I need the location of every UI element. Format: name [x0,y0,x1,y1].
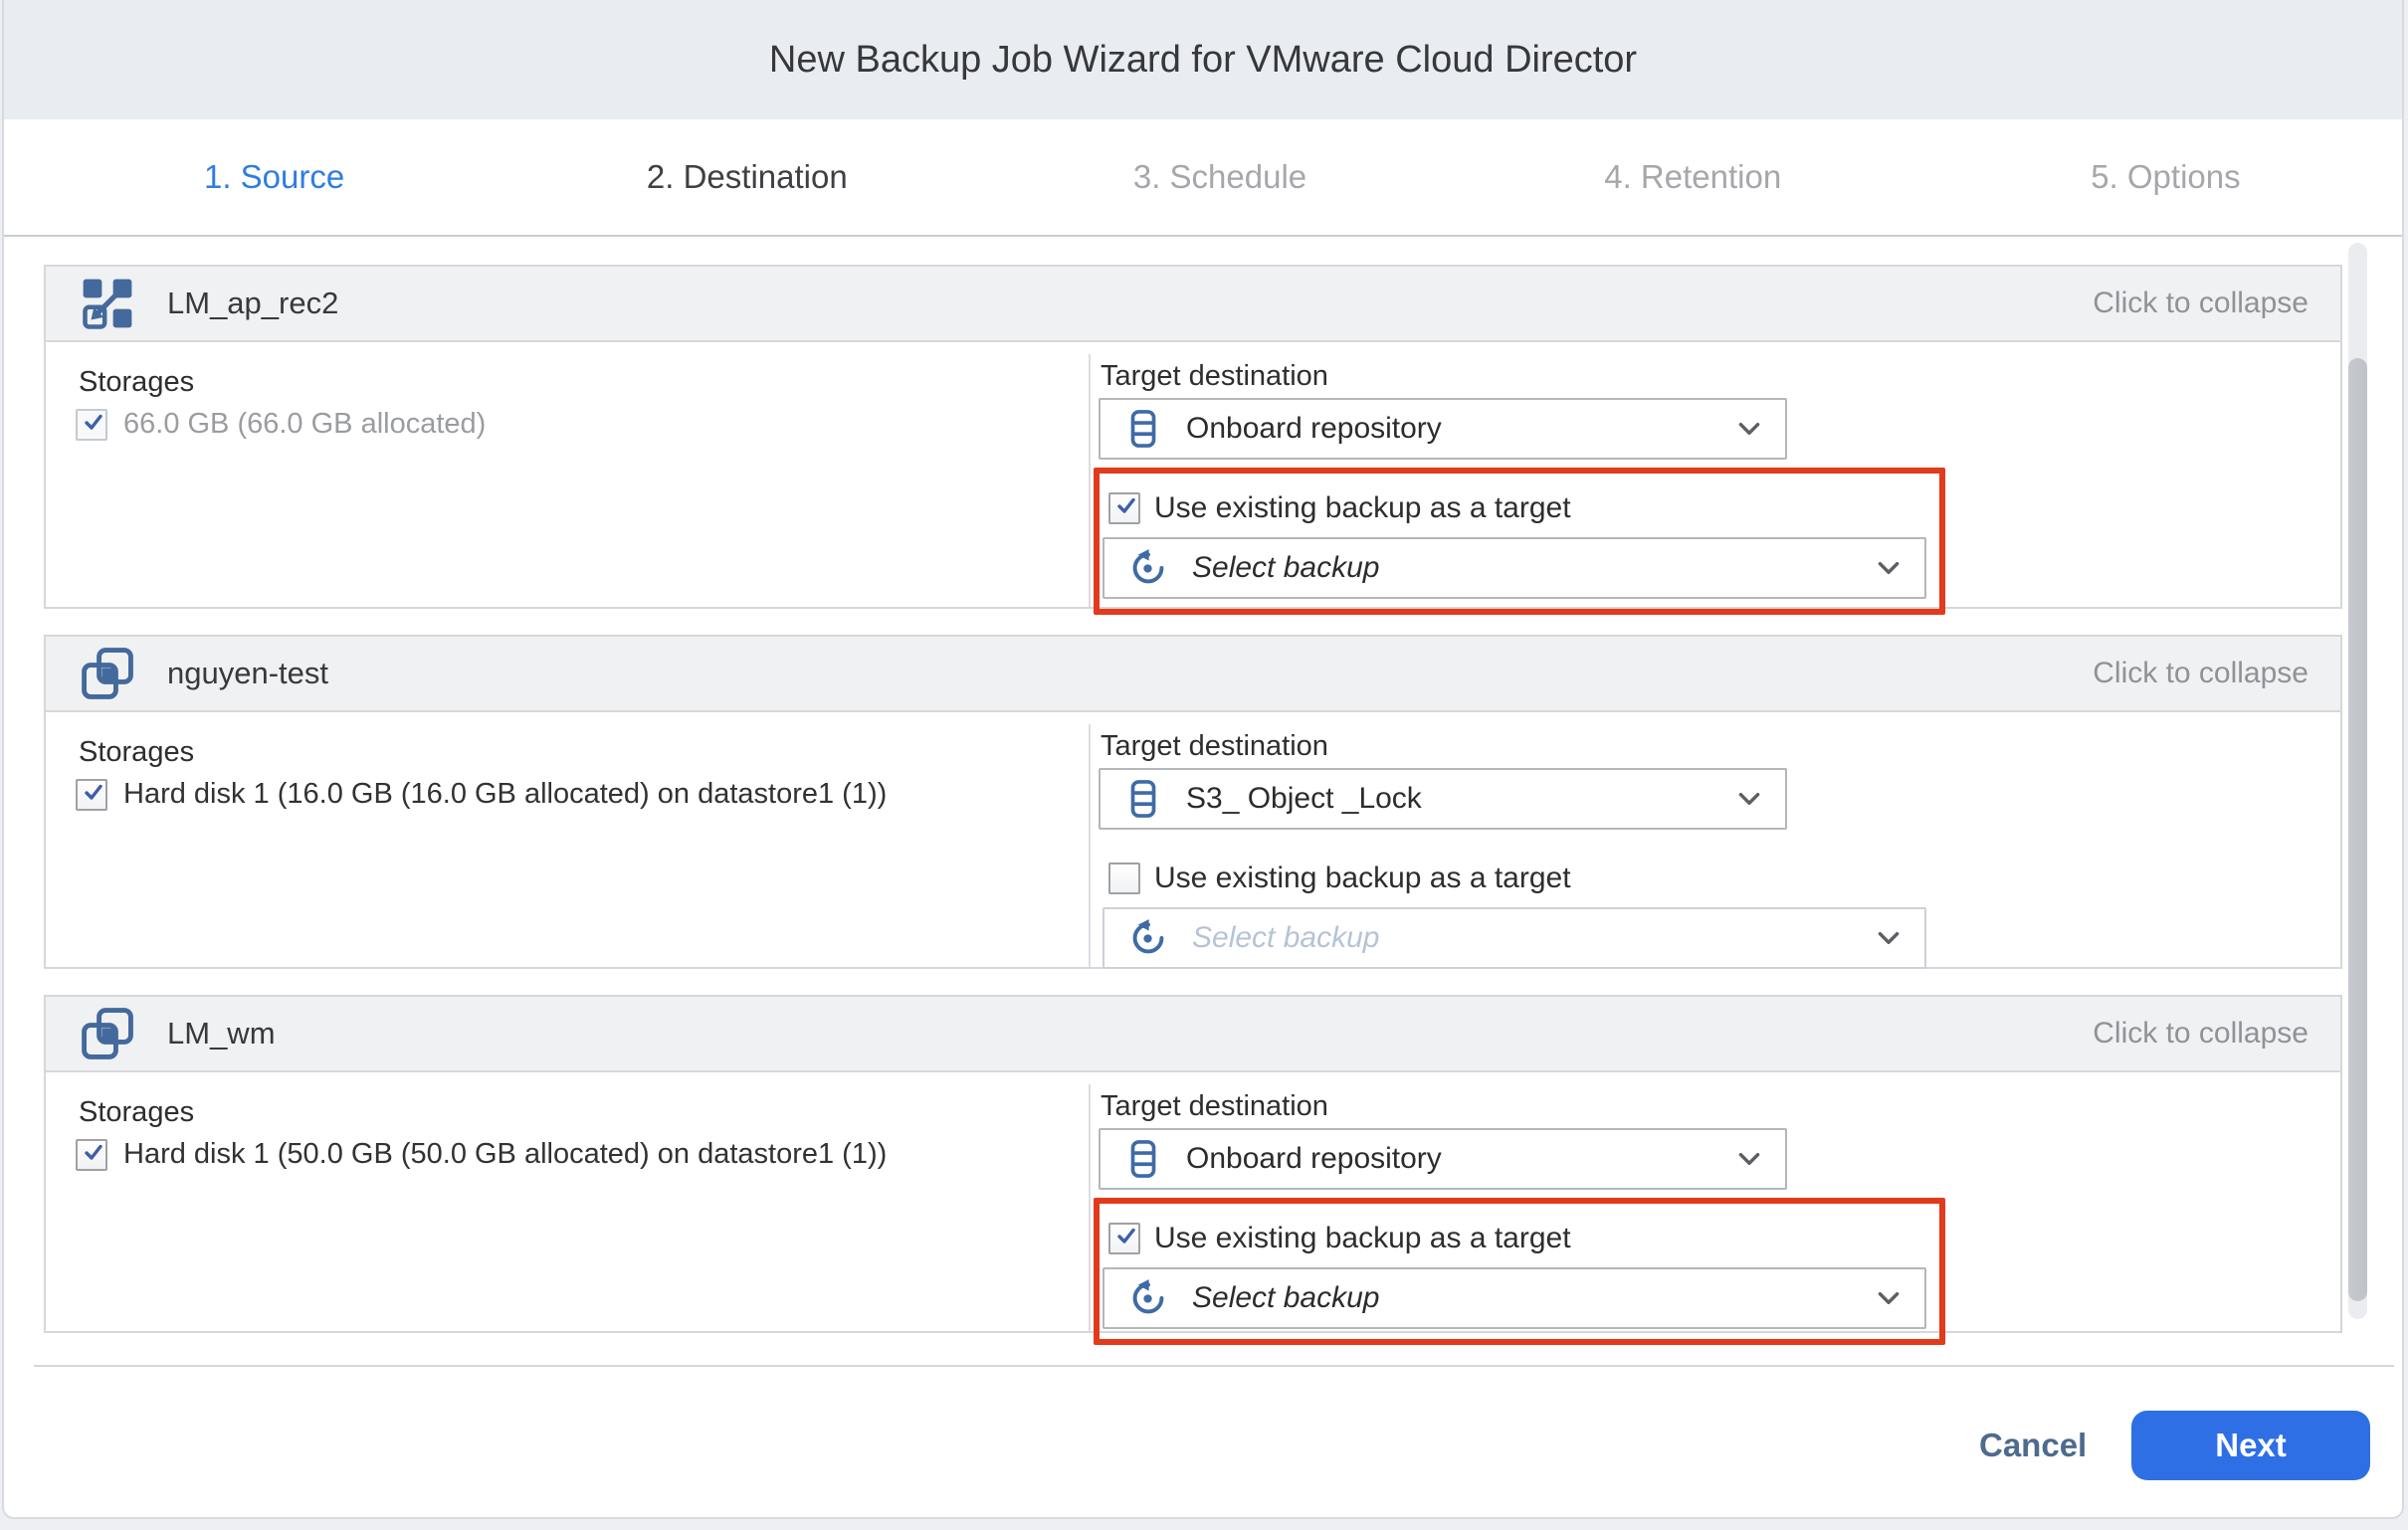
column-divider [1089,1084,1091,1331]
collapse-hint: Click to collapse [2093,657,2308,690]
target-destination-value: Onboard repository [1186,1142,1442,1176]
vapp-icon [78,1004,137,1063]
collapse-hint: Click to collapse [2093,1017,2308,1051]
select-backup-value: Select backup [1192,1281,1379,1315]
vapp-name: nguyen-test [167,656,328,691]
select-backup-dropdown[interactable]: Select backup [1103,537,1926,599]
cancel-button[interactable]: Cancel [1979,1427,2087,1464]
chevron-down-icon [1877,561,1901,576]
step-destination[interactable]: 2. Destination [510,158,983,196]
target-destination-label: Target destination [1101,360,1328,393]
use-existing-backup-checkbox[interactable] [1108,862,1140,894]
restore-icon [1126,1276,1170,1320]
storage-row: Hard disk 1 (16.0 GB (16.0 GB allocated)… [76,778,887,811]
section-header-lm-ap-rec2[interactable]: LM_ap_rec2 Click to collapse [46,267,2340,342]
use-existing-backup-row: Use existing backup as a target [1108,861,1571,895]
repository-icon [1122,407,1164,451]
select-backup-value: Select backup [1192,921,1379,955]
storages-label: Storages [79,366,194,399]
use-existing-backup-label: Use existing backup as a target [1154,861,1571,895]
check-icon [1113,1226,1137,1245]
use-existing-backup-row: Use existing backup as a target [1108,491,1571,525]
use-existing-backup-label: Use existing backup as a target [1154,491,1571,525]
repository-icon [1122,1137,1164,1181]
select-backup-dropdown[interactable]: Select backup [1103,1267,1926,1329]
storage-checkbox [76,409,107,441]
vapp-name: LM_wm [167,1016,276,1052]
storage-label: Hard disk 1 (50.0 GB (50.0 GB allocated)… [123,1138,887,1171]
step-retention: 4. Retention [1457,158,1929,196]
scrollbar-thumb[interactable] [2348,358,2367,1301]
chevron-down-icon [1737,792,1761,807]
check-icon [81,412,104,432]
storages-label: Storages [79,1096,194,1129]
next-button[interactable]: Next [2131,1411,2370,1480]
storage-row: Hard disk 1 (50.0 GB (50.0 GB allocated)… [76,1138,887,1171]
use-existing-backup-row: Use existing backup as a target [1108,1222,1571,1255]
restore-icon [1126,546,1170,590]
storages-label: Storages [79,736,194,769]
target-destination-value: S3_ Object _Lock [1186,782,1422,816]
use-existing-backup-label: Use existing backup as a target [1154,1222,1571,1255]
vapp-list: LM_ap_rec2 Click to collapse Storages 66… [44,239,2346,1365]
select-backup-dropdown: Select backup [1103,907,1926,969]
storage-row: 66.0 GB (66.0 GB allocated) [76,408,486,441]
section-header-nguyen-test[interactable]: nguyen-test Click to collapse [46,637,2340,712]
use-existing-backup-checkbox[interactable] [1108,492,1140,524]
section-body: Storages Hard disk 1 (50.0 GB (50.0 GB a… [46,1072,2340,1331]
target-destination-dropdown[interactable]: Onboard repository [1099,398,1787,460]
vapp-icon [78,644,137,703]
storage-label: 66.0 GB (66.0 GB allocated) [123,408,486,441]
column-divider [1089,724,1091,967]
wizard-steps: 1. Source 2. Destination 3. Schedule 4. … [4,119,2402,237]
storage-label: Hard disk 1 (16.0 GB (16.0 GB allocated)… [123,778,887,811]
vapp-template-icon [78,274,137,333]
chevron-down-icon [1737,422,1761,437]
restore-icon [1126,916,1170,960]
content-divider [34,1365,2394,1367]
section-nguyen-test: nguyen-test Click to collapse Storages H… [44,635,2342,969]
target-destination-label: Target destination [1101,1090,1328,1123]
check-icon [81,1142,104,1162]
section-body: Storages Hard disk 1 (16.0 GB (16.0 GB a… [46,712,2340,967]
step-source[interactable]: 1. Source [38,158,510,196]
check-icon [1113,495,1137,515]
chevron-down-icon [1877,931,1901,946]
dialog-title: New Backup Job Wizard for VMware Cloud D… [769,39,1637,82]
repository-icon [1122,777,1164,821]
scrollbar-track[interactable] [2348,243,2367,1319]
chevron-down-icon [1877,1291,1901,1306]
select-backup-value: Select backup [1192,551,1379,585]
chevron-down-icon [1737,1152,1761,1167]
column-divider [1089,354,1091,607]
storage-checkbox[interactable] [76,779,107,811]
vapp-name: LM_ap_rec2 [167,286,338,321]
target-destination-value: Onboard repository [1186,412,1442,446]
step-schedule: 3. Schedule [983,158,1456,196]
collapse-hint: Click to collapse [2093,287,2308,320]
section-lm-ap-rec2: LM_ap_rec2 Click to collapse Storages 66… [44,265,2342,609]
storage-checkbox[interactable] [76,1139,107,1171]
backup-job-wizard-dialog: New Backup Job Wizard for VMware Cloud D… [2,0,2404,1519]
step-options: 5. Options [1929,158,2402,196]
section-header-lm-wm[interactable]: LM_wm Click to collapse [46,997,2340,1072]
check-icon [81,782,104,802]
target-destination-label: Target destination [1101,730,1328,763]
section-body: Storages 66.0 GB (66.0 GB allocated) Tar… [46,342,2340,607]
target-destination-dropdown[interactable]: S3_ Object _Lock [1099,768,1787,830]
target-destination-dropdown[interactable]: Onboard repository [1099,1128,1787,1190]
dialog-titlebar: New Backup Job Wizard for VMware Cloud D… [4,0,2402,119]
section-lm-wm: LM_wm Click to collapse Storages Hard di… [44,995,2342,1333]
use-existing-backup-checkbox[interactable] [1108,1223,1140,1254]
